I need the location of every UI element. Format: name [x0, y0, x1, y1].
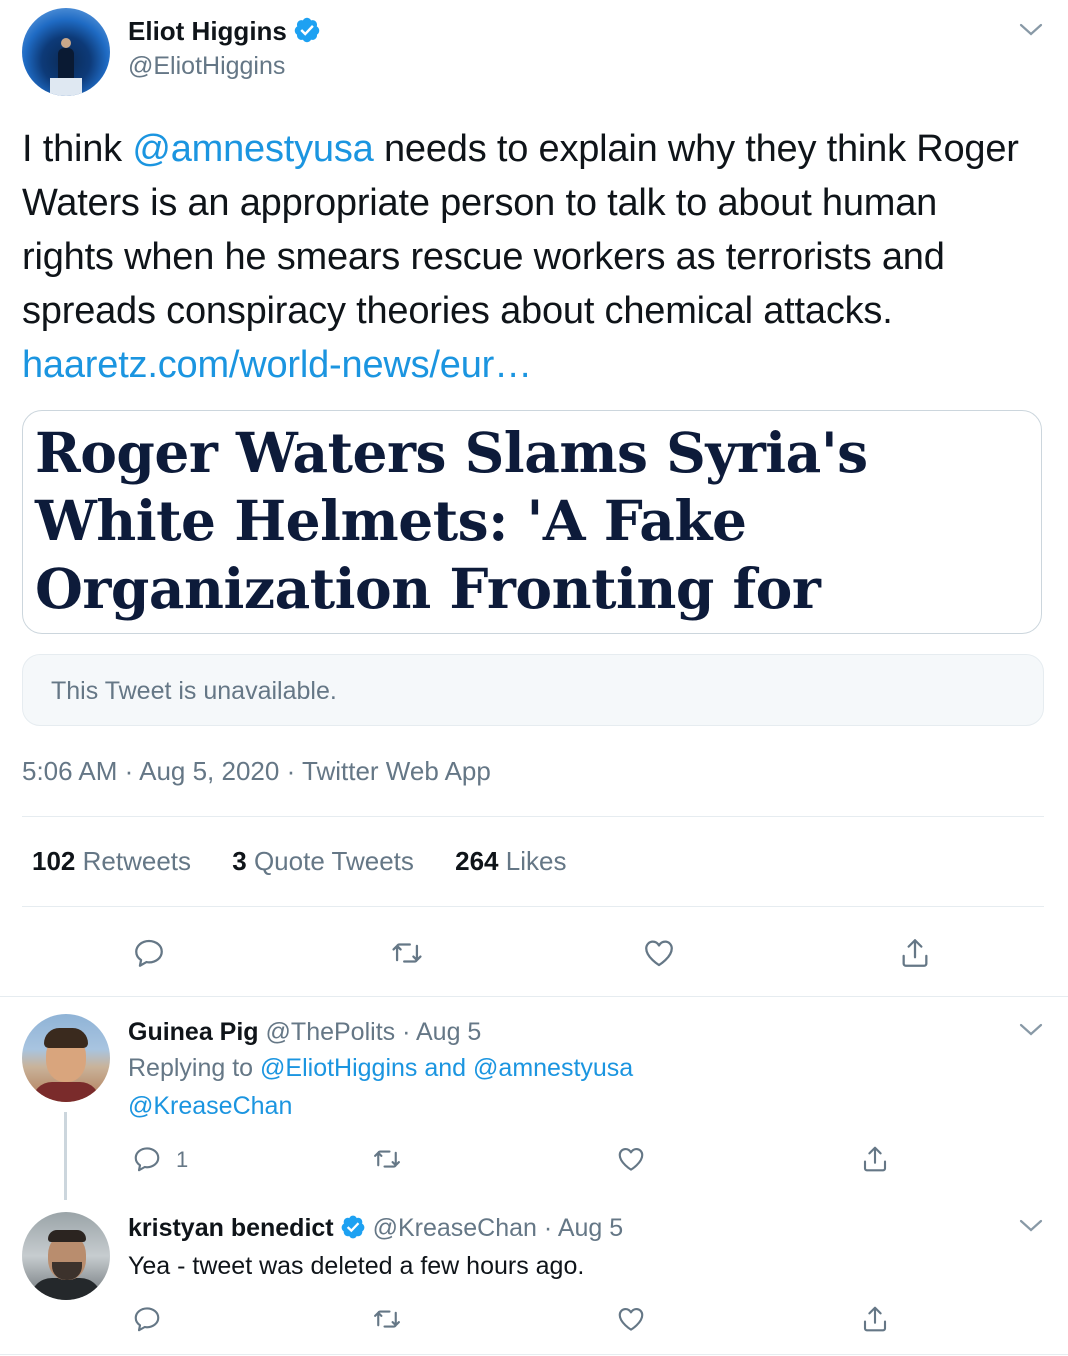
reply-author-name[interactable]: Guinea Pig [128, 1018, 259, 1046]
like-icon[interactable] [616, 1304, 646, 1334]
divider [22, 906, 1044, 907]
replying-to: Replying to @EliotHiggins and @amnestyus… [128, 1054, 634, 1082]
chevron-down-icon[interactable] [1018, 20, 1044, 40]
verified-badge-icon [294, 17, 320, 43]
quote-tweets-stat[interactable]: 3 Quote Tweets [232, 846, 414, 876]
mention-link[interactable]: @amnestyusa [473, 1054, 633, 1082]
card-headline: Roger Waters Slams Syria's White Helmets… [35, 420, 868, 633]
mention-link[interactable]: @amnestyusa [132, 128, 373, 170]
article-link[interactable]: haaretz.com/world-news/eur… [22, 344, 532, 386]
share-icon[interactable] [898, 936, 932, 970]
thread-line [64, 1112, 67, 1200]
reply-header: kristyan benedict @KreaseChan · Aug 5 [128, 1214, 624, 1242]
reply-header: Guinea Pig @ThePolits · Aug 5 [128, 1018, 482, 1046]
link-card[interactable]: Roger Waters Slams Syria's White Helmets… [22, 410, 1042, 634]
reply-count: 1 [176, 1147, 189, 1172]
tweet-source[interactable]: Twitter Web App [302, 756, 491, 786]
reply-author-handle[interactable]: @ThePolits [266, 1018, 396, 1046]
tweet-stats: 102 Retweets 3 Quote Tweets 264 Likes [32, 846, 600, 877]
retweets-stat[interactable]: 102 Retweets [32, 846, 191, 876]
divider [0, 996, 1068, 997]
chevron-down-icon[interactable] [1018, 1020, 1044, 1040]
reply-avatar[interactable] [22, 1212, 110, 1300]
retweet-icon[interactable] [390, 936, 424, 970]
verified-badge-icon [341, 1215, 365, 1239]
share-icon[interactable] [860, 1144, 890, 1174]
tweet-date[interactable]: Aug 5, 2020 [139, 756, 279, 786]
tweet-time[interactable]: 5:06 AM [22, 756, 117, 786]
divider [0, 1354, 1068, 1355]
reply-author-handle[interactable]: @KreaseChan [373, 1214, 537, 1242]
reply-author-name[interactable]: kristyan benedict [128, 1214, 334, 1242]
like-icon[interactable] [616, 1144, 646, 1174]
reply-avatar[interactable] [22, 1014, 110, 1102]
retweet-icon[interactable] [372, 1144, 402, 1174]
author-handle[interactable]: @EliotHiggins [128, 52, 285, 81]
author-avatar[interactable] [22, 8, 110, 96]
likes-stat[interactable]: 264 Likes [455, 846, 566, 876]
divider [22, 816, 1044, 817]
like-icon[interactable] [642, 936, 676, 970]
meta-separator: · [286, 756, 296, 786]
reply-icon[interactable] [132, 1144, 162, 1174]
reply-icon[interactable] [132, 936, 166, 970]
meta-separator: · [124, 756, 134, 786]
reply-date[interactable]: Aug 5 [558, 1214, 623, 1242]
tweet-meta: 5:06 AM · Aug 5, 2020 · Twitter Web App [22, 756, 491, 787]
quoted-tweet-unavailable: This Tweet is unavailable. [22, 654, 1044, 726]
reply-icon[interactable] [132, 1304, 162, 1334]
chevron-down-icon[interactable] [1018, 1216, 1044, 1236]
reply-date[interactable]: Aug 5 [416, 1018, 481, 1046]
author-name[interactable]: Eliot Higgins [128, 16, 321, 47]
tweet-text: I think @amnestyusa needs to explain why… [22, 128, 1019, 386]
mention-link[interactable]: @EliotHiggins [260, 1054, 417, 1082]
reply-text[interactable]: @KreaseChan [128, 1092, 292, 1121]
share-icon[interactable] [860, 1304, 890, 1334]
retweet-icon[interactable] [372, 1304, 402, 1334]
reply-text: Yea - tweet was deleted a few hours ago. [128, 1252, 585, 1280]
